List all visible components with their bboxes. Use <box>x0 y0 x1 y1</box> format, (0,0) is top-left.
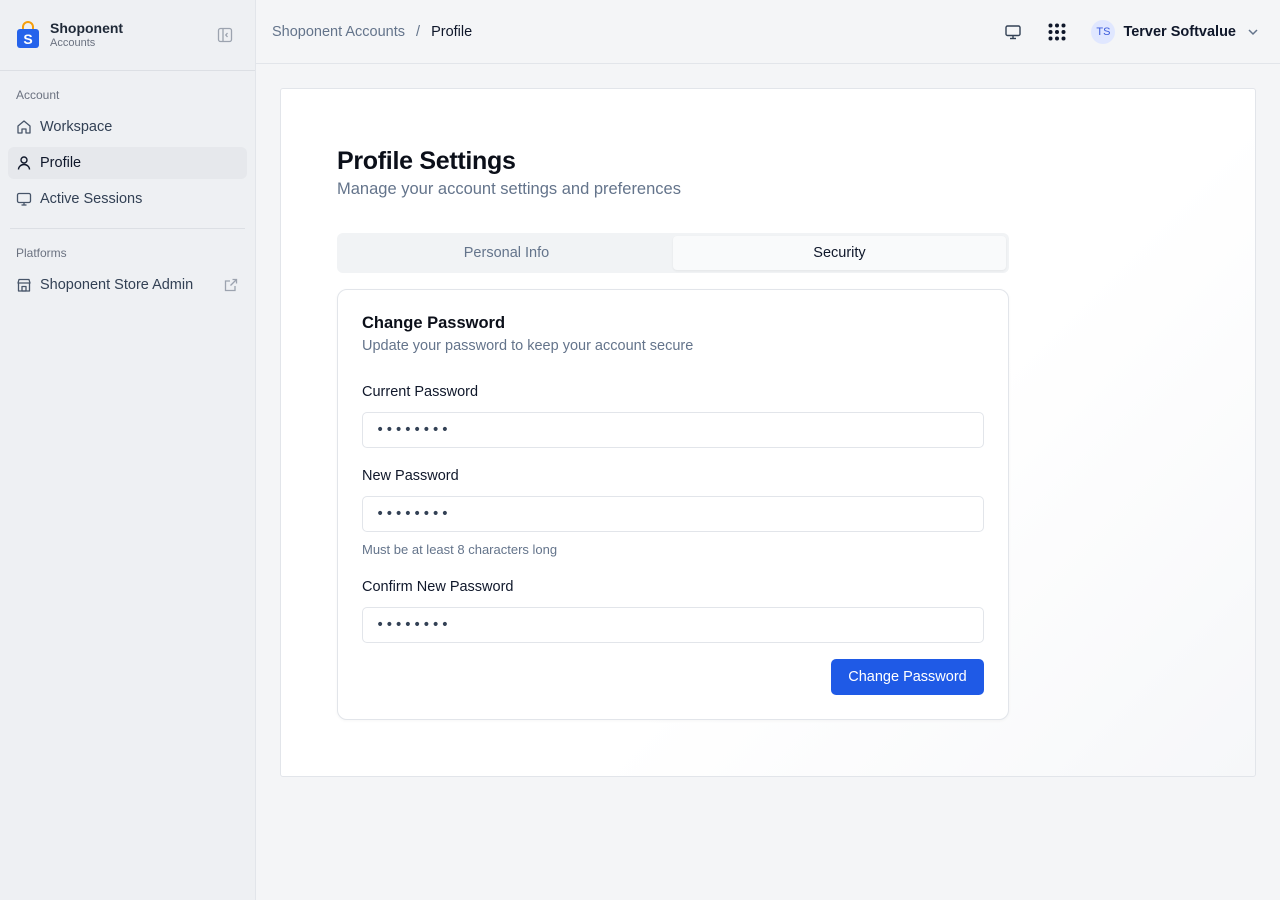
main-content-card: Profile Settings Manage your account set… <box>280 88 1256 777</box>
sidebar-item-label: Profile <box>40 155 82 171</box>
external-link-icon <box>224 278 238 292</box>
confirm-password-label: Confirm New Password <box>362 579 514 595</box>
change-password-card: Change Password Update your password to … <box>337 289 1009 720</box>
home-icon <box>17 120 31 134</box>
tab-personal-info[interactable]: Personal Info <box>340 236 673 270</box>
platforms-nav: Platforms Shoponent Store Admin <box>0 229 255 301</box>
confirm-password-field[interactable]: •••••••• <box>362 607 984 643</box>
form-subtitle: Update your password to keep your accoun… <box>362 338 694 354</box>
new-password-hint: Must be at least 8 characters long <box>362 542 558 557</box>
user-icon <box>17 156 31 170</box>
new-password-field[interactable]: •••••••• <box>362 496 984 532</box>
monitor-icon[interactable] <box>1003 22 1023 42</box>
page-subtitle: Manage your account settings and prefere… <box>337 180 681 198</box>
shopping-bag-logo-icon: S <box>17 21 39 48</box>
sidebar-item-label: Shoponent Store Admin <box>40 277 194 293</box>
svg-text:S: S <box>23 31 32 47</box>
sidebar-item-label: Active Sessions <box>40 191 143 207</box>
current-password-label: Current Password <box>362 384 479 400</box>
sidebar-collapse-icon[interactable] <box>217 27 233 43</box>
brand-name: Shoponent <box>50 20 124 37</box>
chevron-down-icon[interactable] <box>1246 25 1260 39</box>
sidebar-item-label: Workspace <box>40 119 113 135</box>
top-bar: Shoponent Accounts / Profile TS Terver S… <box>256 0 1280 64</box>
avatar[interactable]: TS <box>1091 19 1116 44</box>
current-password-field[interactable]: •••••••• <box>362 412 984 448</box>
store-icon <box>17 278 31 292</box>
section-title-platforms: Platforms <box>16 246 67 260</box>
change-password-button[interactable]: Change Password <box>831 659 984 695</box>
apps-grid-icon[interactable] <box>1047 22 1067 42</box>
tab-security[interactable]: Security <box>673 236 1006 270</box>
tab-list: Personal Info Security <box>337 233 1009 273</box>
sidebar-item-workspace[interactable]: Workspace <box>8 111 247 143</box>
brand-header: S Shoponent Accounts <box>0 0 255 71</box>
sidebar-item-active-sessions[interactable]: Active Sessions <box>8 183 247 215</box>
sidebar-item-store-admin[interactable]: Shoponent Store Admin <box>8 269 247 301</box>
monitor-icon <box>16 192 32 206</box>
new-password-label: New Password <box>362 468 459 484</box>
breadcrumb-root[interactable]: Shoponent Accounts <box>272 24 405 40</box>
form-title: Change Password <box>362 314 506 332</box>
account-nav: Account Workspace Profile Active Session… <box>0 71 255 215</box>
breadcrumb-current: Profile <box>431 23 473 40</box>
sidebar: S Shoponent Accounts Account Workspace P… <box>0 0 256 900</box>
sidebar-item-profile[interactable]: Profile <box>8 147 247 179</box>
page-title: Profile Settings <box>337 147 516 175</box>
breadcrumb-separator: / <box>416 23 421 40</box>
section-title-account: Account <box>16 88 60 102</box>
user-name[interactable]: Terver Softvalue <box>1123 24 1236 40</box>
brand-subtitle: Accounts <box>50 36 96 49</box>
